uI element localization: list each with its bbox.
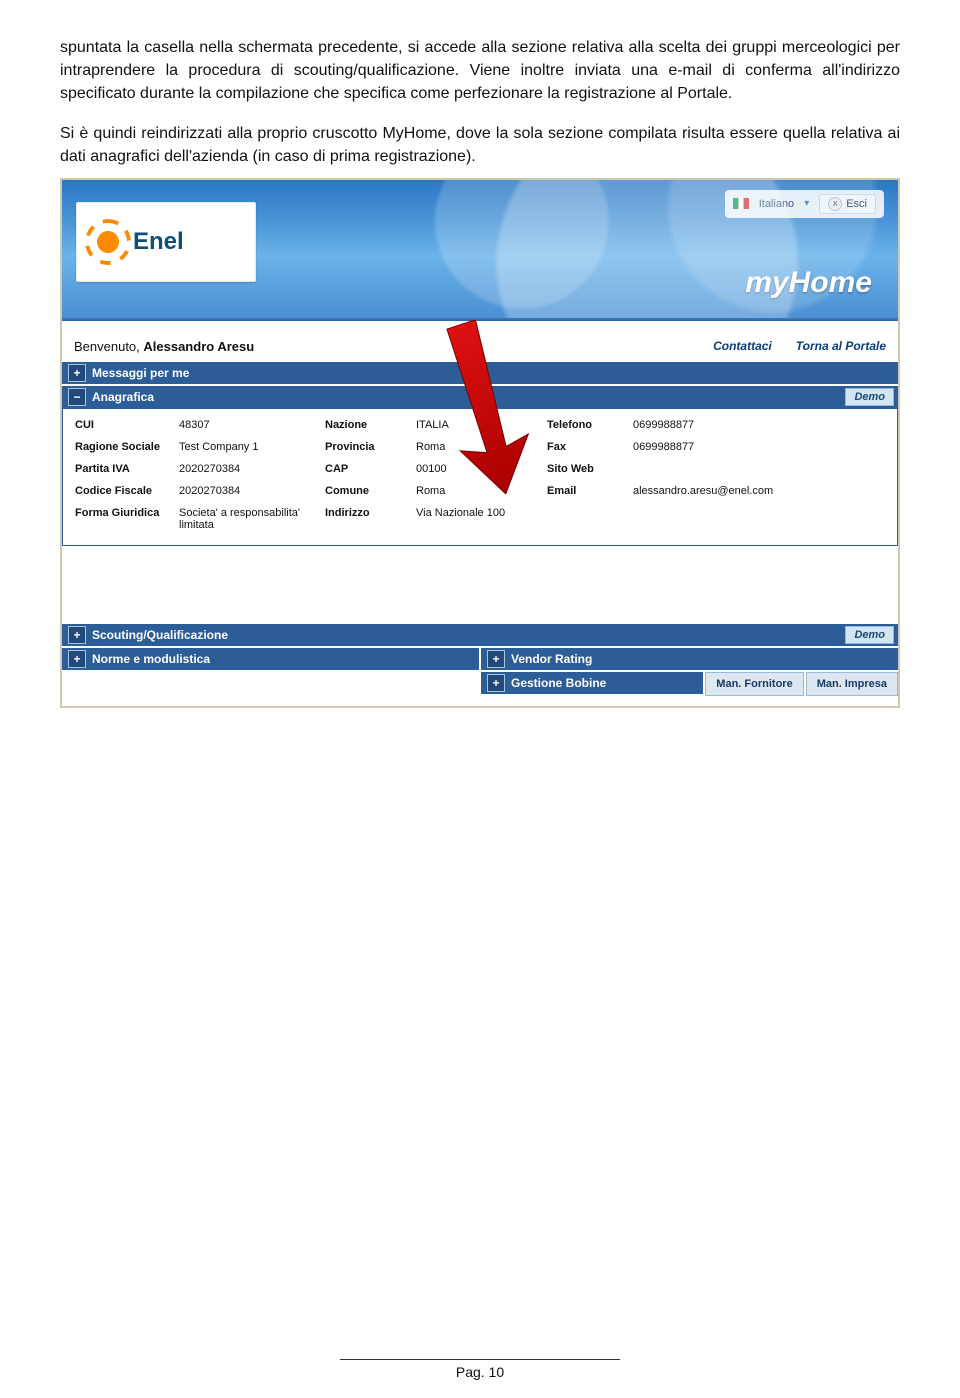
bar-scouting[interactable]: + Scouting/Qualificazione Demo: [62, 624, 898, 646]
expand-icon: +: [68, 626, 86, 644]
expand-icon: +: [68, 650, 86, 668]
field-label: Indirizzo: [325, 507, 410, 531]
page-banner-title: myHome: [745, 266, 872, 300]
field-value: Test Company 1: [179, 441, 319, 453]
field-value: 2020270384: [179, 485, 319, 497]
field-value: 00100: [416, 463, 541, 475]
page-footer: Pag. 10: [0, 1359, 960, 1380]
logout-label: Esci: [846, 198, 867, 210]
field-label: Partita IVA: [75, 463, 173, 475]
field-label: Email: [547, 485, 627, 497]
page-number: Pag. 10: [456, 1364, 504, 1380]
field-label: CUI: [75, 419, 173, 431]
welcome-prefix: Benvenuto,: [74, 339, 143, 354]
field-label: Telefono: [547, 419, 627, 431]
demo-badge[interactable]: Demo: [845, 626, 894, 644]
chevron-down-icon: ▾: [804, 198, 809, 209]
field-label: CAP: [325, 463, 410, 475]
field-label: [547, 507, 627, 531]
field-label: Ragione Sociale: [75, 441, 173, 453]
field-value: [633, 507, 885, 531]
welcome-username: Alessandro Aresu: [143, 339, 254, 354]
bar-scouting-label: Scouting/Qualificazione: [92, 628, 228, 642]
field-label: Sito Web: [547, 463, 627, 475]
paragraph-1: spuntata la casella nella schermata prec…: [60, 36, 900, 106]
field-label: Provincia: [325, 441, 410, 453]
field-value: Roma: [416, 441, 541, 453]
bar-messages[interactable]: + Messaggi per me: [62, 362, 898, 384]
bar-vendor-label: Vendor Rating: [511, 652, 592, 666]
bar-messages-label: Messaggi per me: [92, 366, 189, 380]
field-label: Codice Fiscale: [75, 485, 173, 497]
field-label: Forma Giuridica: [75, 507, 173, 531]
language-label[interactable]: Italiano: [759, 198, 794, 210]
bar-gestione-bobine[interactable]: + Gestione Bobine: [481, 672, 703, 694]
language-bar: Italiano ▾ x Esci: [725, 190, 884, 218]
welcome-row: Benvenuto, Alessandro Aresu Contattaci T…: [62, 333, 898, 362]
field-value: 0699988877: [633, 441, 885, 453]
expand-icon: +: [68, 364, 86, 382]
logout-button[interactable]: x Esci: [819, 194, 876, 214]
expand-icon: +: [487, 674, 505, 692]
field-value: Roma: [416, 485, 541, 497]
paragraph-2: Si è quindi reindirizzati alla proprio c…: [60, 122, 900, 168]
bar-vendor-rating[interactable]: + Vendor Rating: [481, 648, 898, 670]
screenshot-container: Italiano ▾ x Esci Enel myHome Benvenuto,…: [60, 178, 900, 708]
field-value: 0699988877: [633, 419, 885, 431]
field-label: Nazione: [325, 419, 410, 431]
bar-norme-label: Norme e modulistica: [92, 652, 210, 666]
demo-badge[interactable]: Demo: [845, 388, 894, 406]
bar-anagrafica-label: Anagrafica: [92, 390, 154, 404]
bar-norme[interactable]: + Norme e modulistica: [62, 648, 479, 670]
tab-man-impresa[interactable]: Man. Impresa: [806, 672, 898, 696]
expand-icon: +: [487, 650, 505, 668]
collapse-icon: −: [68, 388, 86, 406]
link-contact[interactable]: Contattaci: [713, 339, 772, 353]
flag-italy-icon: [733, 198, 749, 209]
field-label: Comune: [325, 485, 410, 497]
field-value: ITALIA: [416, 419, 541, 431]
anagrafica-panel: CUI 48307 Nazione ITALIA Telefono 0699988877 R…: [62, 408, 898, 546]
field-value: Via Nazionale 100: [416, 507, 541, 531]
bar-bobine-label: Gestione Bobine: [511, 676, 606, 690]
brand-text: Enel: [133, 228, 184, 256]
field-value: 48307: [179, 419, 319, 431]
field-value: [633, 463, 885, 475]
field-label: Fax: [547, 441, 627, 453]
field-value: 2020270384: [179, 463, 319, 475]
bar-anagrafica[interactable]: − Anagrafica Demo: [62, 386, 898, 408]
brand-logo: Enel: [76, 202, 256, 282]
close-icon: x: [828, 197, 842, 211]
banner: Italiano ▾ x Esci Enel myHome: [62, 180, 898, 318]
field-value: Societa' a responsabilita' limitata: [179, 507, 319, 531]
field-value: alessandro.aresu@enel.com: [633, 485, 885, 497]
sun-icon: [91, 225, 125, 259]
link-back-portal[interactable]: Torna al Portale: [796, 339, 886, 353]
tab-man-fornitore[interactable]: Man. Fornitore: [705, 672, 803, 696]
